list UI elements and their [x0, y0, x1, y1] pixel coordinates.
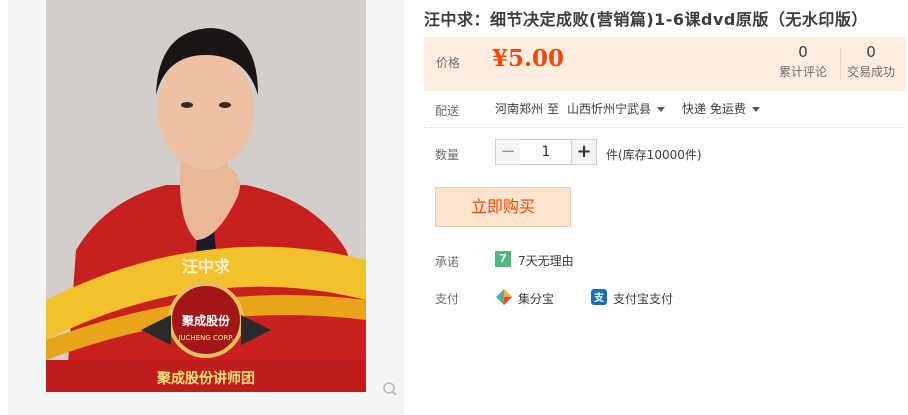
price-label: 价格 — [436, 56, 461, 70]
magnify-icon[interactable] — [382, 381, 398, 397]
shipping-destination-select[interactable]: 山西忻州宁武县 — [567, 100, 666, 117]
buy-now-button[interactable]: 立即购买 — [435, 187, 571, 227]
shipping-to-word: 至 — [547, 102, 560, 116]
shipping-label: 配送 — [435, 104, 460, 118]
quantity-increase-button[interactable]: + — [571, 139, 597, 165]
product-title: 汪中求：细节决定成败(营销篇)1-6课dvd原版（无水印版） — [424, 10, 868, 29]
shipping-method-text: 快递 免运费 — [682, 102, 746, 116]
reviews-label: 累计评论 — [778, 65, 827, 79]
jifenbao-icon — [496, 289, 512, 305]
shipping-destination-text: 山西忻州宁武县 — [567, 102, 652, 116]
reviews-stat[interactable]: 0 累计评论 — [770, 43, 836, 80]
shipping-method-select[interactable]: 快递 免运费 — [682, 100, 760, 117]
sales-count: 0 — [866, 43, 876, 61]
chevron-down-icon — [751, 107, 760, 112]
sales-label: 交易成功 — [846, 65, 895, 79]
quantity-input[interactable] — [520, 139, 572, 165]
payment-method-alipay[interactable]: 支付宝支付 — [613, 290, 673, 307]
shipping-from: 河南郑州 — [495, 102, 544, 116]
portrait-illustration: 汪中求 聚成股份 JUCHENG CORP. 聚成股份讲师团 — [46, 0, 366, 392]
product-image-panel: 汪中求 聚成股份 JUCHENG CORP. 聚成股份讲师团 — [8, 0, 404, 415]
stock-text: 件(库存10000件) — [606, 148, 702, 162]
chevron-down-icon — [657, 107, 666, 112]
promise-label: 承诺 — [435, 255, 460, 269]
payment-method-jifenbao[interactable]: 集分宝 — [518, 290, 554, 307]
badge-sub-text: JUCHENG CORP. — [177, 334, 233, 342]
price-value: ¥5.00 — [492, 45, 565, 72]
svg-text:支: 支 — [593, 291, 605, 304]
ribbon-text: 聚成股份讲师团 — [156, 370, 255, 387]
seven-day-return-icon: 7 — [495, 251, 511, 267]
badge-main-text: 聚成股份 — [181, 313, 231, 328]
divider — [424, 127, 906, 128]
sales-stat: 0 交易成功 — [838, 43, 904, 80]
payment-label: 支付 — [435, 292, 460, 306]
product-photo[interactable]: 汪中求 聚成股份 JUCHENG CORP. 聚成股份讲师团 — [46, 0, 366, 392]
banner-name-text: 汪中求 — [182, 257, 231, 276]
promise-text[interactable]: 7天无理由 — [518, 252, 574, 269]
reviews-count: 0 — [798, 43, 808, 61]
quantity-decrease-button[interactable]: − — [495, 139, 521, 165]
quantity-label: 数量 — [435, 148, 460, 162]
price-panel: 价格 ¥5.00 0 累计评论 0 交易成功 — [424, 37, 906, 91]
alipay-icon: 支 — [591, 289, 607, 305]
